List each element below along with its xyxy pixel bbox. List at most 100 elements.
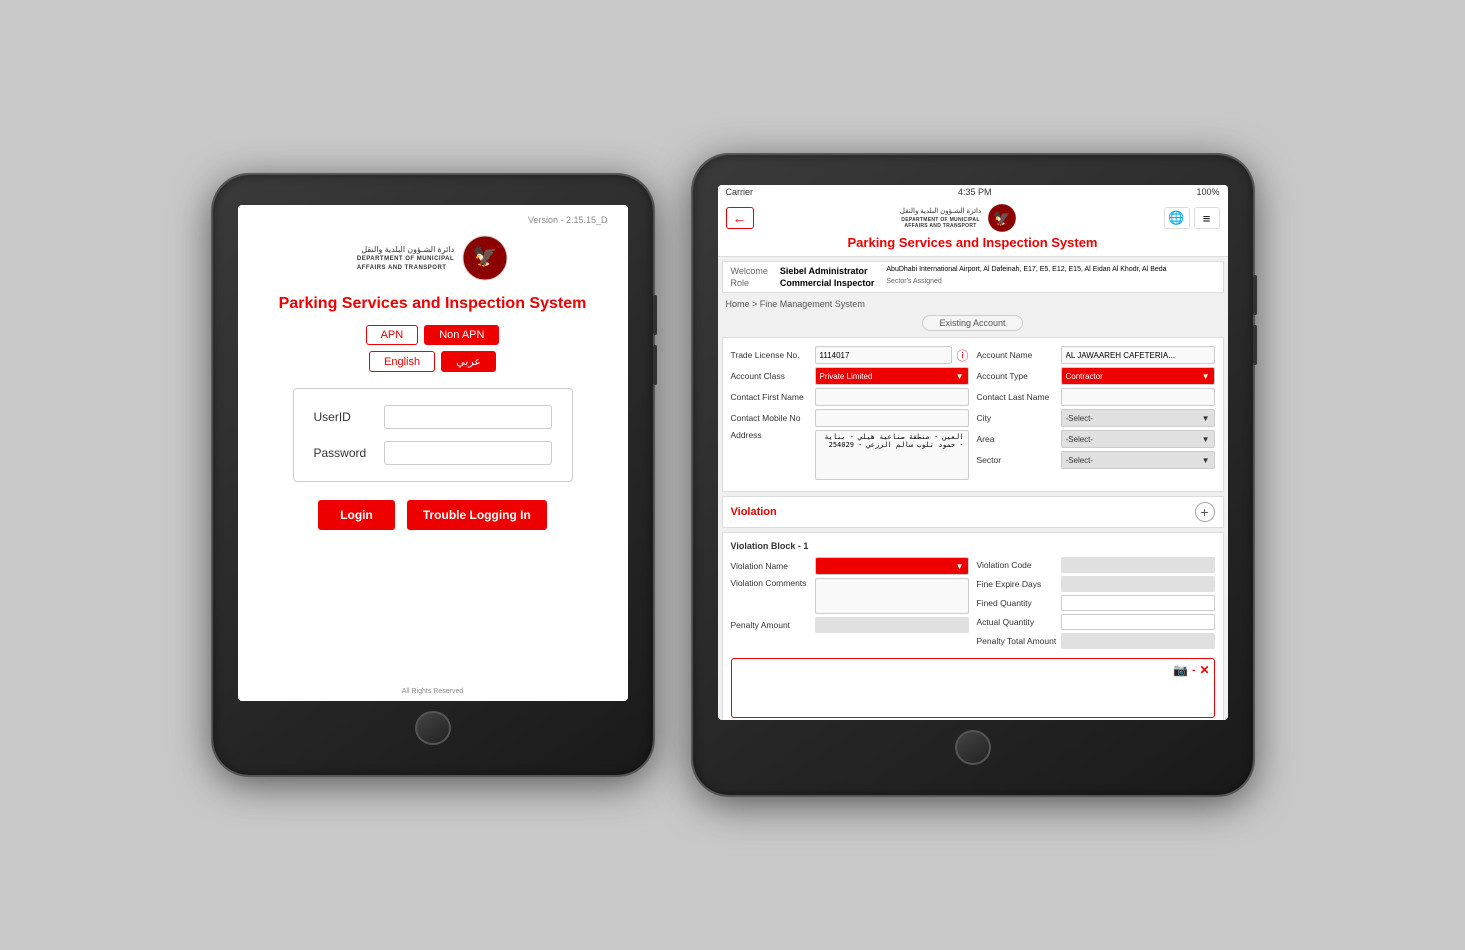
contact-mobile-row: Contact Mobile No [731,409,969,427]
add-violation-button[interactable]: + [1195,502,1215,522]
app-header: ← دائرة الشـؤون البلدية والنقل DEPARTMEN… [718,199,1228,257]
form-section: Trade License No. ⓘ Account Class Privat… [722,337,1224,492]
lang-btn-row: English عربي [369,351,496,372]
city-row: City -Select- ▼ [977,409,1215,427]
userid-input[interactable] [384,405,552,429]
left-ipad-screen: Version - 2.15.15_D دائرة الشـؤون البلدي… [238,205,628,701]
vio-right-col: Violation Code Fine Expire Days Fined Qu… [977,557,1215,652]
violation-grid: Violation Name ▼ Violation Comments [731,557,1215,652]
emblem-icon: 🦅 [462,235,508,281]
home-button-right[interactable] [955,730,991,765]
sector-select-wrapper: -Select- ▼ [1061,451,1215,469]
vio-fined-qty-input[interactable] [1061,595,1215,611]
menu-button[interactable]: ≡ [1194,207,1220,229]
logo-area: دائرة الشـؤون البلدية والنقل DEPARTMENT … [357,235,508,285]
app-title-left: Parking Services and Inspection System [279,295,587,313]
vio-comments-textarea[interactable] [815,578,969,614]
sector-row: Sector -Select- ▼ [977,451,1215,469]
account-name-input[interactable] [1061,346,1215,364]
vio-penalty-total-row: Penalty Total Amount [977,633,1215,649]
violation-title: Violation [731,506,777,518]
back-button[interactable]: ← [726,207,754,229]
area-select[interactable]: -Select- ▼ [1061,430,1215,448]
vio-actual-qty-input[interactable] [1061,614,1215,630]
trade-license-row: Trade License No. ⓘ [731,346,969,364]
existing-account-pill: Existing Account [922,315,1022,331]
vio-name-select[interactable]: ▼ [815,557,969,575]
violation-block-title: Violation Block - 1 [731,541,1215,551]
contact-mobile-input[interactable] [815,409,969,427]
time-text: 4:35 PM [958,187,992,197]
userid-label: UserID [314,410,384,424]
vio-fined-qty-row: Fined Quantity [977,595,1215,611]
vio-comments-label: Violation Comments [731,578,811,588]
vio-penalty-row: Penalty Amount [731,617,969,633]
vio-penalty-input[interactable] [815,617,969,633]
city-label: City [977,413,1057,423]
contact-first-input[interactable] [815,388,969,406]
trade-license-input[interactable] [815,346,953,364]
login-actions: Login Trouble Logging In [318,500,547,530]
vio-code-input[interactable] [1061,557,1215,573]
area-label: Area [977,434,1057,444]
welcome-label: Welcome [731,266,768,276]
city-select[interactable]: -Select- ▼ [1061,409,1215,427]
password-label: Password [314,446,384,460]
account-type-select[interactable]: Contractor ▼ [1061,367,1215,385]
right-ipad-screen: Carrier 4:35 PM 100% ← دائرة الشـؤون الب… [718,185,1228,720]
account-name-row: Account Name [977,346,1215,364]
photo-delete-icon[interactable]: ✕ [1199,663,1209,677]
dept-arabic-text: دائرة الشـؤون البلدية والنقل [357,244,454,255]
vio-name-select-wrapper: ▼ [815,557,969,575]
carrier-text: Carrier [726,187,754,197]
svg-text:🦅: 🦅 [993,209,1010,227]
vio-penalty-total-input[interactable] [1061,633,1215,649]
apn-btn-row: APN Non APN [366,325,500,345]
account-class-row: Account Class Private Limited ▼ [731,367,969,385]
info-icon[interactable]: ⓘ [956,347,968,364]
account-class-select-wrapper: Private Limited ▼ [815,367,969,385]
login-button[interactable]: Login [318,500,395,530]
header-dept-en1: DEPARTMENT OF MUNICIPAL [900,217,981,223]
header-dept-en2: AFFAIRS AND TRANSPORT [900,223,981,229]
home-button-left[interactable] [415,711,451,746]
apn-button[interactable]: APN [366,325,419,345]
sector-arrow: ▼ [1202,456,1210,465]
welcome-bar: Welcome Siebel Administrator AbuDhabi In… [722,261,1224,293]
login-screen: Version - 2.15.15_D دائرة الشـؤون البلدي… [238,205,628,701]
side-button-2 [653,345,657,385]
camera-icon[interactable]: 📷 [1173,663,1188,677]
non-apn-button[interactable]: Non APN [424,325,499,345]
password-input[interactable] [384,441,552,465]
vio-actual-qty-label: Actual Quantity [977,617,1057,627]
vio-expire-label: Fine Expire Days [977,579,1057,589]
sector-select[interactable]: -Select- ▼ [1061,451,1215,469]
contact-last-input[interactable] [1061,388,1215,406]
right-side-button-2 [1253,325,1257,365]
dept-text-area: دائرة الشـؤون البلدية والنقل DEPARTMENT … [357,235,508,281]
status-bar: Carrier 4:35 PM 100% [718,185,1228,199]
globe-button[interactable]: 🌐 [1164,207,1190,229]
vio-name-arrow: ▼ [956,562,964,571]
account-type-select-wrapper: Contractor ▼ [1061,367,1215,385]
account-type-label: Account Type [977,371,1057,381]
vio-expire-input[interactable] [1061,576,1215,592]
breadcrumb: Home > Fine Management System [718,297,1228,311]
vio-left-col: Violation Name ▼ Violation Comments [731,557,969,652]
form-grid: Trade License No. ⓘ Account Class Privat… [731,346,1215,483]
header-icons: 🌐 ≡ [1164,207,1220,229]
account-type-arrow: ▼ [1202,372,1210,381]
arabic-button[interactable]: عربي [441,351,496,372]
account-class-arrow: ▼ [956,372,964,381]
trouble-logging-in-button[interactable]: Trouble Logging In [407,500,547,530]
header-dept-text: دائرة الشـؤون البلدية والنقل DEPARTMENT … [900,207,981,228]
english-button[interactable]: English [369,351,435,372]
account-name-label: Account Name [977,350,1057,360]
account-class-select[interactable]: Private Limited ▼ [815,367,969,385]
vio-name-label: Violation Name [731,561,811,571]
right-col: Account Name Account Type Contractor ▼ [977,346,1215,483]
dept-text-left: دائرة الشـؤون البلدية والنقل DEPARTMENT … [357,244,454,272]
role-label: Role [731,278,768,288]
address-textarea[interactable]: العين - منطقة صناعية هيلي - بناية - حمود… [815,430,969,480]
app-title-right: Parking Services and Inspection System [848,233,1098,252]
